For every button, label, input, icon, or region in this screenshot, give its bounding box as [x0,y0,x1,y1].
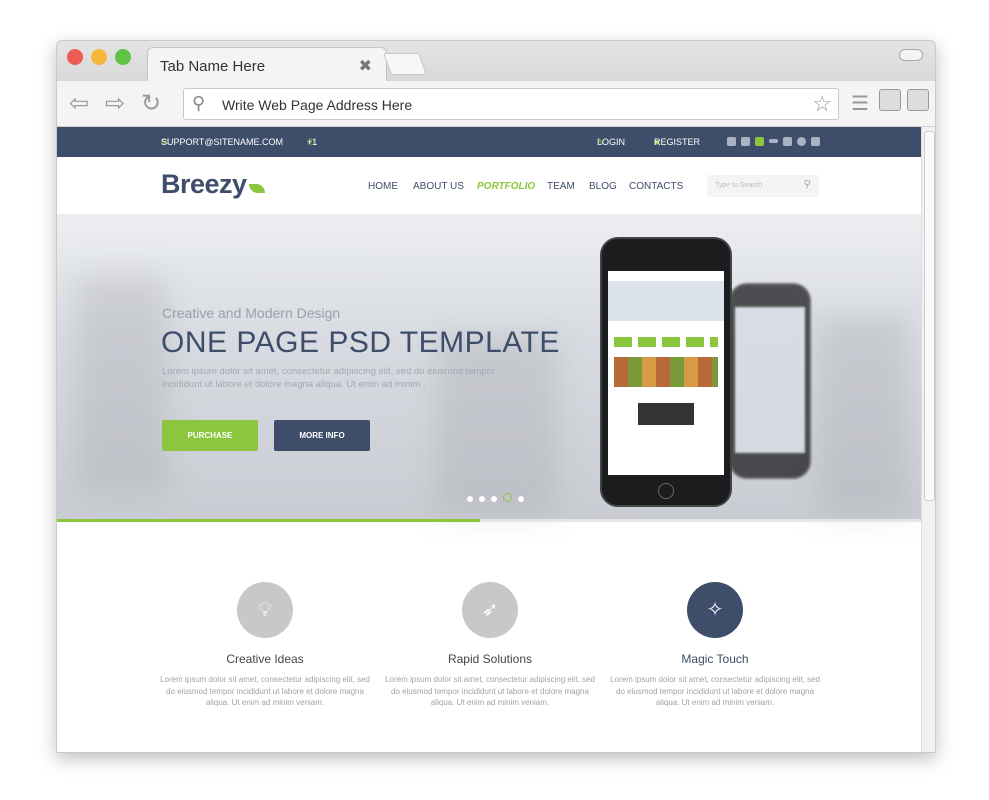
slider-dot[interactable] [503,493,512,502]
slider-dot[interactable] [479,496,485,502]
scrollbar-thumb[interactable] [924,131,935,501]
feature-title: Creative Ideas [226,652,304,666]
feature-creative-ideas: 💡︎ Creative Ideas Lorem ipsum dolor sit … [155,582,375,709]
lightbulb-icon: 💡︎ [237,582,293,638]
record-icon[interactable] [907,89,929,111]
nav-about-us[interactable]: ABOUT US [413,181,464,192]
register-text: REGISTER [654,137,701,147]
phone-mockup-front [600,237,732,507]
menu-icon[interactable]: ☰ [851,91,869,116]
feature-title: Magic Touch [681,652,749,666]
dribbble-icon[interactable] [797,137,806,146]
nav-home[interactable]: HOME [368,181,398,192]
search-icon[interactable]: ⚲ [804,179,811,190]
tab-bar: Tab Name Here ✖ [57,41,935,83]
pinterest-icon[interactable] [811,137,820,146]
logo[interactable]: Breezy [161,169,265,200]
magic-wand-icon[interactable]: ✧ [687,582,743,638]
download-icon[interactable] [879,89,901,111]
login-text: LOGIN [597,137,626,147]
logo-text: Breezy [161,169,247,199]
background-blur [817,315,907,515]
feature-text: Lorem ipsum dolor sit amet, consectetur … [160,675,370,707]
window-control-button[interactable] [899,49,923,61]
feature-rapid-solutions: ➶ Rapid Solutions Lorem ipsum dolor sit … [380,582,600,709]
slider-progress [57,519,921,522]
instagram-icon[interactable] [783,137,792,146]
close-window-button[interactable] [67,49,83,65]
top-bar: ✉ SUPPORT@SITENAME.COM ✆ +1 123 456 7890… [57,127,921,237]
browser-tab[interactable]: Tab Name Here ✖ [147,47,387,83]
address-row: ⇦ ⇨ ↻ ⚲ Write Web Page Address Here ☆ ☰ [57,81,935,127]
minimize-window-button[interactable] [91,49,107,65]
address-bar[interactable]: ⚲ Write Web Page Address Here ☆ [183,88,839,120]
email-text: SUPPORT@SITENAME.COM [161,137,283,147]
tab-title: Tab Name Here [160,58,266,75]
hero-slider: Creative and Modern Design ONE PAGE PSD … [57,215,921,521]
new-tab-button[interactable] [382,53,428,75]
search-placeholder: Type to Search [715,182,763,189]
more-info-button[interactable]: MORE INFO [274,420,370,451]
feature-text: Lorem ipsum dolor sit amet, consectetur … [385,675,595,707]
leaf-icon [248,184,265,193]
nav-blog[interactable]: BLOG [589,181,617,192]
purchase-button[interactable]: PURCHASE [162,420,258,451]
phone-mockup-back [729,283,811,479]
background-blur [437,335,557,515]
website: ✉ SUPPORT@SITENAME.COM ✆ +1 123 456 7890… [57,127,921,752]
scrollbar[interactable] [921,127,935,752]
close-tab-icon[interactable]: ✖ [359,56,372,76]
hero-text: Lorem ipsum dolor sit amet, consectetur … [162,366,496,390]
facebook-icon[interactable] [727,137,736,146]
feature-magic-touch: ✧ Magic Touch Lorem ipsum dolor sit amet… [605,582,825,709]
nav-portfolio[interactable]: PORTFOLIO [477,181,535,192]
slider-dot[interactable] [467,496,473,502]
twitter-icon[interactable] [741,137,750,146]
feature-title: Rapid Solutions [447,652,533,666]
search-icon: ⚲ [192,93,206,113]
maximize-window-button[interactable] [115,49,131,65]
background-blur [77,275,167,495]
home-button [658,483,674,499]
feature-text: Lorem ipsum dolor sit amet, consectetur … [610,675,820,707]
slider-dots [467,489,530,507]
address-placeholder: Write Web Page Address Here [222,97,413,113]
slider-dot[interactable] [518,496,524,502]
rocket-icon: ➶ [462,582,518,638]
nav-team[interactable]: TEAM [547,181,575,192]
forward-arrow-icon[interactable]: ⇨ [105,89,125,118]
reload-icon[interactable]: ↻ [141,89,161,118]
star-icon[interactable]: ☆ [812,91,832,117]
hero-subtitle: Creative and Modern Design [162,305,341,321]
flickr-icon[interactable] [769,139,778,143]
hero-title: ONE PAGE PSD TEMPLATE [161,326,560,359]
vine-icon[interactable] [755,137,764,146]
site-header: Breezy HOME ABOUT US PORTFOLIO TEAM BLOG… [57,157,921,215]
slider-dot[interactable] [491,496,497,502]
phone-screen [608,271,724,475]
nav-contacts[interactable]: CONTACTS [629,181,683,192]
browser-window: Tab Name Here ✖ ⇦ ⇨ ↻ ⚲ Write Web Page Ad… [56,40,936,753]
back-arrow-icon[interactable]: ⇦ [69,89,89,118]
search-input[interactable]: Type to Search ⚲ [707,175,819,197]
